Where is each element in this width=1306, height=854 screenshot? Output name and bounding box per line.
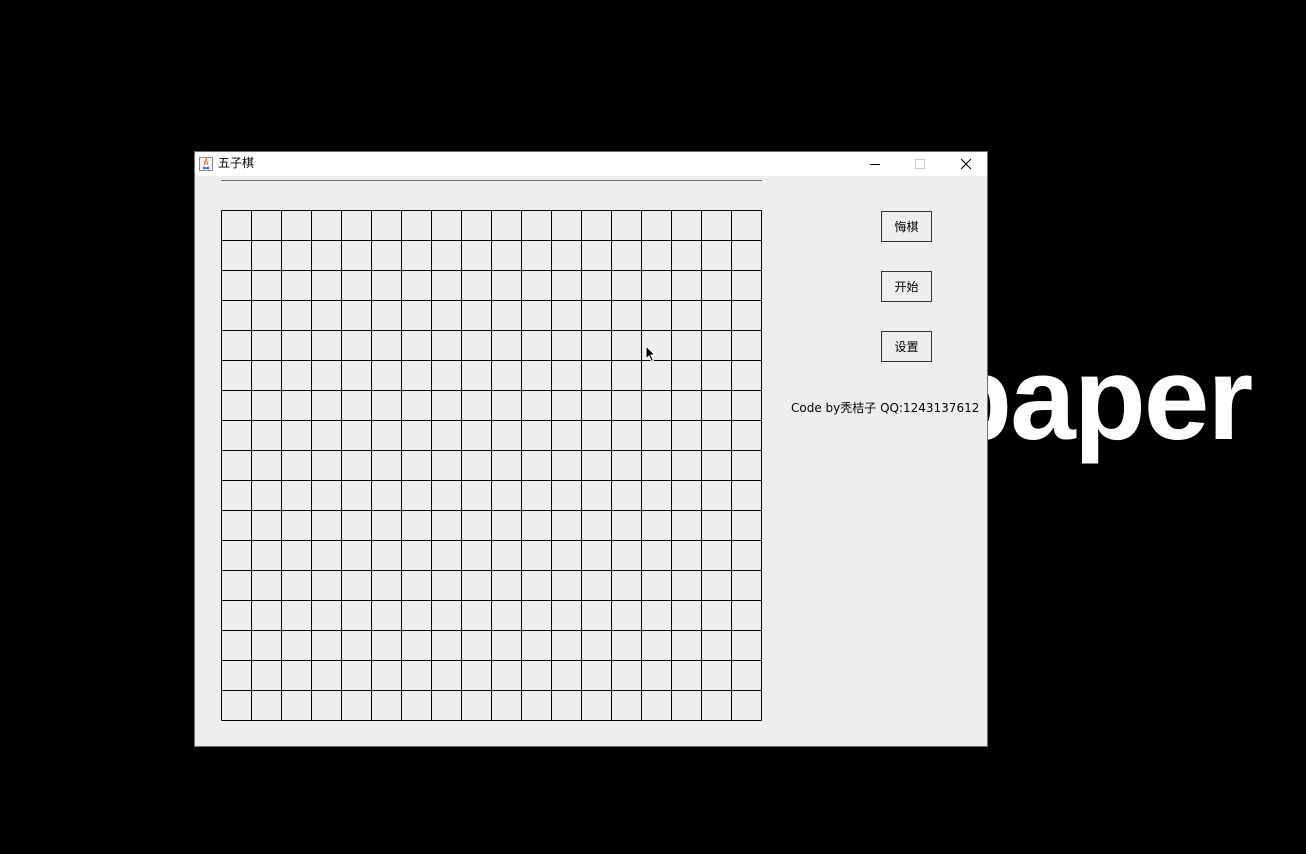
desktop: paper 五子棋 悔棋 开始 设置 Code by秃桔子 QQ:1243137… bbox=[0, 0, 1306, 854]
close-button[interactable] bbox=[943, 152, 987, 176]
maximize-icon bbox=[914, 159, 925, 169]
credit-text: Code by秃桔子 QQ:1243137612 bbox=[791, 401, 980, 415]
close-icon bbox=[960, 158, 971, 170]
board-top-rule bbox=[221, 180, 762, 181]
undo-button[interactable]: 悔棋 bbox=[881, 211, 932, 242]
gomoku-board[interactable] bbox=[221, 210, 763, 722]
title-bar[interactable]: 五子棋 bbox=[195, 152, 987, 176]
settings-button[interactable]: 设置 bbox=[881, 331, 932, 362]
minimize-button[interactable] bbox=[852, 152, 897, 176]
maximize-button[interactable] bbox=[897, 152, 942, 176]
minimize-icon bbox=[869, 164, 880, 165]
start-button[interactable]: 开始 bbox=[881, 271, 932, 302]
mouse-cursor-icon bbox=[645, 345, 657, 363]
java-app-icon bbox=[199, 156, 213, 171]
gomoku-window: 五子棋 悔棋 开始 设置 Code by秃桔子 QQ:1243137612 bbox=[194, 151, 988, 747]
window-title: 五子棋 bbox=[218, 156, 255, 170]
window-content: 悔棋 开始 设置 Code by秃桔子 QQ:1243137612 bbox=[195, 176, 987, 746]
